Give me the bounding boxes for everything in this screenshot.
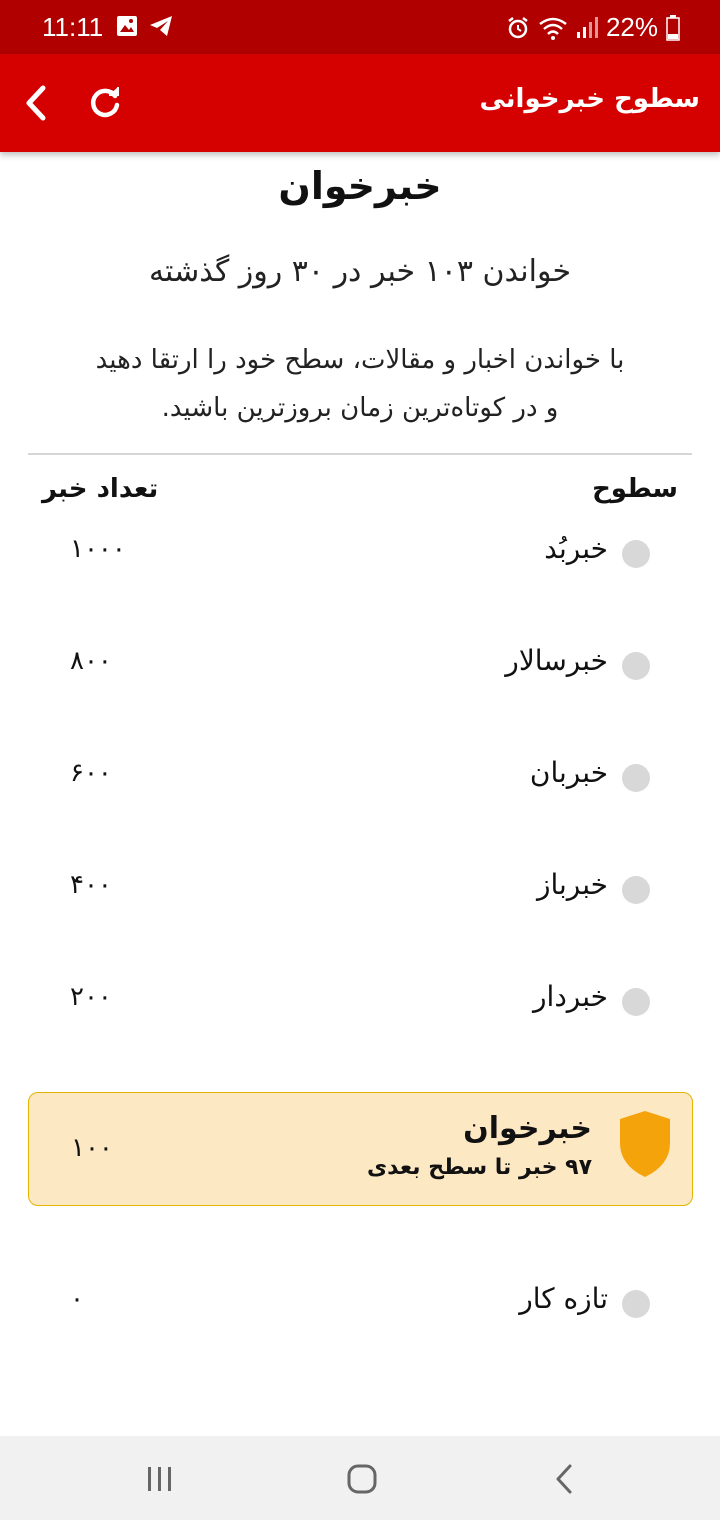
- system-nav-bar: [0, 1436, 720, 1520]
- level-dot: [622, 988, 650, 1016]
- signal-icon: [576, 16, 598, 38]
- recents-button[interactable]: [130, 1454, 190, 1504]
- level-row: خبرباز ۴۰۰: [40, 864, 680, 914]
- level-count: ۴۰۰: [70, 870, 112, 900]
- current-level-name: خبرخوان: [463, 1111, 592, 1146]
- level-row: خبردار ۲۰۰: [40, 976, 680, 1026]
- status-time: 11:11: [42, 12, 104, 42]
- description-line-1: با خواندن اخبار و مقالات، سطح خود را ارت…: [95, 345, 625, 375]
- level-row: خبربُد ۱۰۰۰: [40, 528, 680, 578]
- level-count: ۶۰۰: [70, 758, 112, 788]
- level-dot: [622, 652, 650, 680]
- app-bar: سطوح خبرخوانی: [0, 54, 720, 152]
- status-bar: 11:11 22%: [0, 0, 720, 54]
- back-icon: [556, 1464, 572, 1494]
- battery-icon: [666, 14, 680, 41]
- shield-icon: [620, 1111, 670, 1177]
- current-level-title: خبرخوان: [278, 164, 442, 208]
- level-count: ۸۰۰: [70, 646, 112, 676]
- gallery-icon: [117, 16, 137, 36]
- level-name: خبربُد: [544, 532, 608, 565]
- level-name: خبرباز: [536, 868, 608, 901]
- level-row: خبرسالار ۸۰۰: [40, 640, 680, 690]
- refresh-button[interactable]: [84, 80, 126, 126]
- column-header-count: تعداد خبر: [42, 474, 159, 504]
- current-level-count: ۱۰۰: [71, 1133, 113, 1163]
- level-name: خبرسالار: [505, 644, 608, 677]
- telegram-icon: [150, 16, 172, 36]
- read-summary: خواندن ۱۰۳ خبر در ۳۰ روز گذشته: [148, 254, 572, 289]
- home-icon: [347, 1464, 377, 1494]
- level-dot: [622, 1290, 650, 1318]
- level-count: ۰: [70, 1284, 84, 1314]
- alarm-icon: [508, 16, 528, 38]
- app-title: سطوح خبرخوانی: [479, 84, 700, 114]
- column-header-levels: سطوح: [592, 474, 678, 504]
- divider: [28, 453, 692, 455]
- level-dot: [622, 540, 650, 568]
- description-line-2: و در کوتاه‌ترین زمان بروزترین باشید.: [161, 393, 559, 423]
- level-dot: [622, 876, 650, 904]
- home-button[interactable]: [332, 1454, 392, 1504]
- back-button[interactable]: [16, 80, 56, 126]
- refresh-icon: [90, 87, 120, 118]
- level-name: تازه کار: [519, 1282, 608, 1315]
- description: با خواندن اخبار و مقالات، سطح خود را ارت…: [40, 336, 680, 432]
- recents-icon: [148, 1467, 171, 1491]
- level-dot: [622, 764, 650, 792]
- current-level-card: خبرخوان ۹۷ خبر تا سطح بعدی ۱۰۰: [28, 1092, 693, 1206]
- level-count: ۲۰۰: [70, 982, 112, 1012]
- next-level-info: ۹۷ خبر تا سطح بعدی: [366, 1155, 592, 1180]
- wifi-icon: [539, 17, 567, 40]
- level-count: ۱۰۰۰: [70, 534, 126, 564]
- chevron-left-icon: [26, 85, 46, 121]
- nav-back-button[interactable]: [534, 1454, 594, 1504]
- battery-percentage: 22%: [605, 12, 658, 42]
- level-row: تازه کار ۰: [40, 1278, 680, 1328]
- level-name: خبردار: [533, 980, 608, 1013]
- level-row: خبربان ۶۰۰: [40, 752, 680, 802]
- level-name: خبربان: [529, 756, 608, 789]
